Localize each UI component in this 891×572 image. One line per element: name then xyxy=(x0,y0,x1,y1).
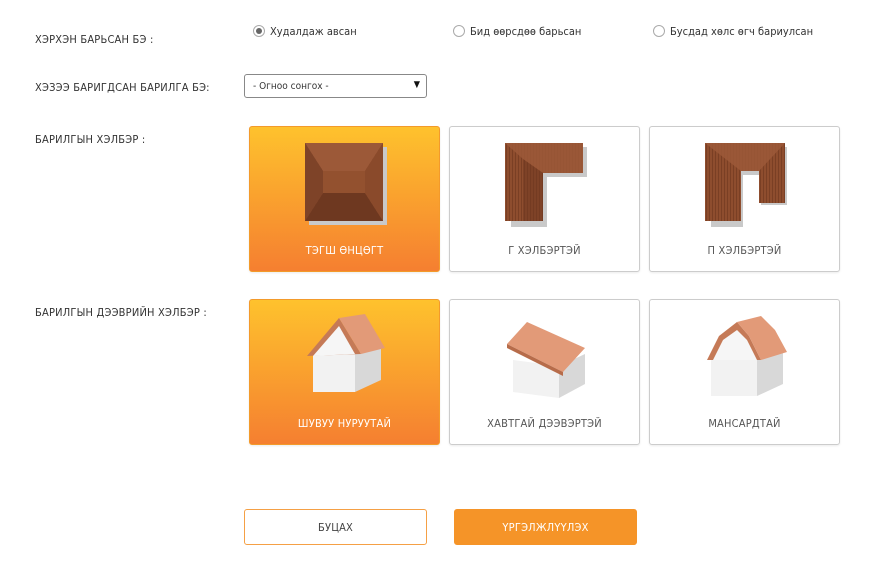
mansard-roof-icon xyxy=(706,316,787,396)
radio-contracted[interactable]: Бусдад хөлс өгч бариулсан xyxy=(653,24,813,38)
radio-unchecked-icon xyxy=(653,25,665,37)
caret-down-icon: ▼ xyxy=(413,80,420,90)
building-shape-label: БАРИЛГЫН ХЭЛБЭР : xyxy=(35,133,146,146)
shape-card-label: ТЭГШ ӨНЦӨГТ xyxy=(305,244,384,257)
radio-contracted-label: Бусдад хөлс өгч бариулсан xyxy=(670,24,814,38)
roof-card-mansard[interactable]: МАНСАРДТАЙ xyxy=(649,299,840,445)
radio-unchecked-icon xyxy=(453,25,465,37)
shape-card-label: Г ХЭЛБЭРТЭЙ xyxy=(508,244,581,257)
radio-checked-icon xyxy=(253,25,265,37)
radio-bought-label: Худалдаж авсан xyxy=(270,24,357,38)
radio-bought[interactable]: Худалдаж авсан xyxy=(253,24,357,38)
roof-shape-label: БАРИЛГЫН ДЭЭВРИЙН ХЭЛБЭР : xyxy=(35,306,207,319)
built-year-select[interactable]: - Огноо сонгох - ▼ xyxy=(244,74,427,98)
flat-roof-icon xyxy=(506,322,585,398)
shape-card-l[interactable]: Г ХЭЛБЭРТЭЙ xyxy=(449,126,640,272)
shape-card-rectangle[interactable]: ТЭГШ ӨНЦӨГТ xyxy=(249,126,440,272)
roof-card-label: ШУВУУ НУРУУТАЙ xyxy=(297,417,392,430)
u-shaped-plan-icon xyxy=(704,143,787,227)
roof-card-label: ХАВТГАЙ ДЭЭВЭРТЭЙ xyxy=(487,417,602,430)
roof-card-flat[interactable]: ХАВТГАЙ ДЭЭВЭРТЭЙ xyxy=(449,299,640,445)
roof-card-gable[interactable]: ШУВУУ НУРУУТАЙ xyxy=(249,299,440,445)
shape-card-u[interactable]: П ХЭЛБЭРТЭЙ xyxy=(649,126,840,272)
gable-roof-icon xyxy=(306,314,385,392)
shape-card-label: П ХЭЛБЭРТЭЙ xyxy=(707,244,782,257)
built-year-value: - Огноо сонгох - xyxy=(253,80,329,92)
roof-card-label: МАНСАРДТАЙ xyxy=(708,417,781,430)
l-shaped-plan-icon xyxy=(504,143,587,227)
ownership-label: ХЭРХЭН БАРЬСАН БЭ : xyxy=(35,33,154,46)
back-button[interactable]: БУЦАХ xyxy=(244,509,427,545)
radio-self-built-label: Бид өөрсдөө барьсан xyxy=(470,24,582,38)
rectangle-plan-icon xyxy=(304,143,387,225)
built-year-label: ХЭЗЭЭ БАРИГДСАН БАРИЛГА БЭ: xyxy=(35,81,210,94)
continue-button[interactable]: ҮРГЭЛЖЛҮҮЛЭХ xyxy=(454,509,637,545)
radio-self-built[interactable]: Бид өөрсдөө барьсан xyxy=(453,24,581,38)
